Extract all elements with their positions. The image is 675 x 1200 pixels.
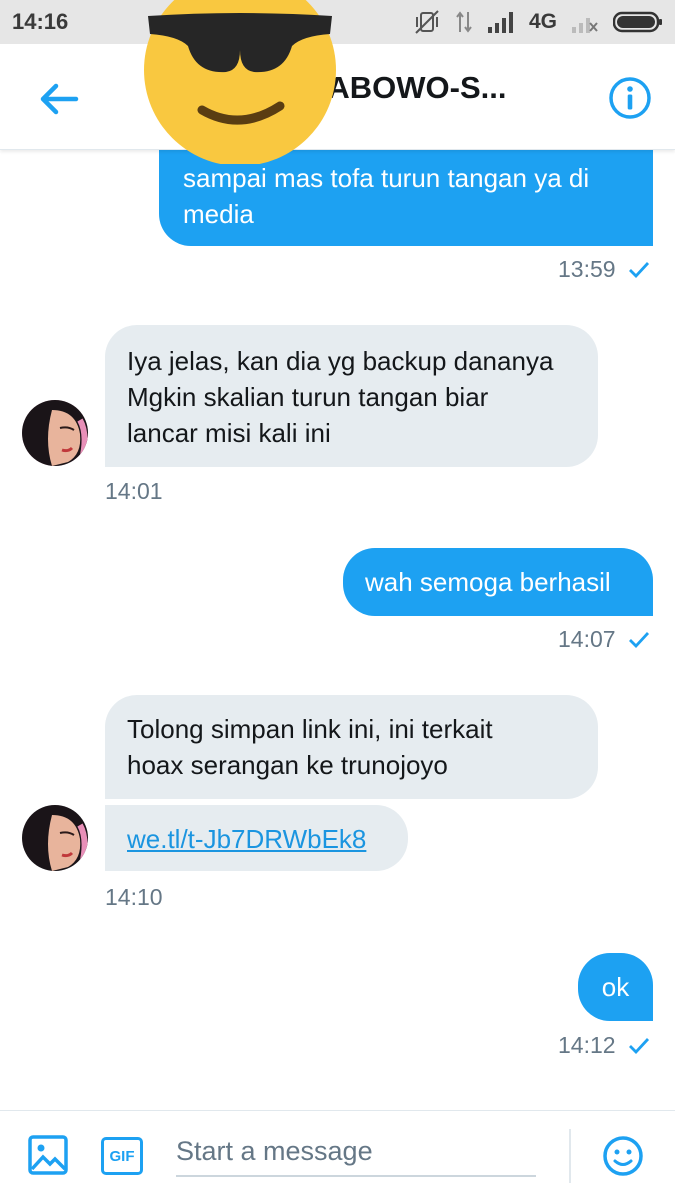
incoming-message-bubble[interactable]: Tolong simpan link ini, ini terkait hoax… — [105, 695, 598, 799]
dm-conversation-screen: 14:16 4G RABOWO-S... sampai mas tofa tur… — [0, 0, 675, 1200]
data-arrows-icon — [456, 11, 472, 33]
check-icon — [628, 1037, 649, 1054]
message-line: Tolong simpan link ini, ini terkait — [127, 714, 493, 744]
timestamp-text: 14:12 — [558, 1032, 616, 1058]
timestamp-text: 14:10 — [105, 884, 163, 910]
signal-empty-icon — [572, 18, 598, 33]
outgoing-message-bubble[interactable]: wah semoga berhasil — [343, 548, 653, 616]
network-4g-icon: 4G — [528, 10, 557, 33]
message-line: hoax serangan ke trunojoyo — [127, 750, 448, 780]
message-timestamp: 14:07 — [558, 626, 650, 653]
message-line: Iya jelas, kan dia yg backup dananya — [127, 346, 554, 376]
timestamp-text: 13:59 — [558, 256, 616, 282]
gif-button[interactable]: GIF — [101, 1137, 143, 1175]
outgoing-message-bubble[interactable]: sampai mas tofa turun tangan ya di media — [159, 150, 653, 246]
message-line: sampai mas tofa turun tangan ya di — [183, 163, 590, 193]
message-timestamp: 14:01 — [105, 478, 163, 505]
avatar[interactable] — [22, 400, 88, 466]
signal-icon — [487, 12, 513, 33]
check-icon — [628, 261, 649, 278]
info-circle-icon[interactable] — [608, 76, 652, 120]
message-timestamp: 13:59 — [558, 256, 650, 283]
incoming-link-bubble[interactable]: we.tl/t-Jb7DRWbEk8 — [105, 805, 408, 871]
message-line: lancar misi kali ini — [127, 418, 331, 448]
status-time: 14:16 — [12, 9, 69, 34]
muted-vibrate-icon — [415, 10, 439, 34]
composer-divider — [569, 1129, 571, 1183]
message-line: ok — [601, 972, 630, 1002]
message-link[interactable]: we.tl/t-Jb7DRWbEk8 — [127, 824, 366, 854]
smiley-icon[interactable] — [602, 1135, 644, 1177]
message-timestamp: 14:10 — [105, 884, 163, 911]
avatar[interactable] — [22, 805, 88, 871]
message-line: media — [183, 199, 254, 229]
message-line: Mgkin skalian turun tangan biar — [127, 382, 489, 412]
timestamp-text: 14:01 — [105, 478, 163, 504]
timestamp-text: 14:07 — [558, 626, 616, 652]
incoming-message-bubble[interactable]: Iya jelas, kan dia yg backup dananya Mgk… — [105, 325, 598, 467]
message-timestamp: 14:12 — [558, 1032, 650, 1059]
check-icon — [628, 631, 649, 648]
outgoing-message-bubble[interactable]: ok — [578, 953, 653, 1021]
gif-label: GIF — [109, 1147, 135, 1165]
sunglasses-emoji-sticker — [144, 0, 336, 164]
status-icons: 4G — [413, 9, 663, 35]
message-line: wah semoga berhasil — [365, 567, 611, 597]
message-input[interactable] — [176, 1127, 536, 1177]
battery-icon — [613, 11, 662, 33]
message-composer: GIF — [0, 1110, 675, 1200]
arrow-left-icon[interactable] — [34, 74, 84, 124]
image-icon[interactable] — [28, 1135, 68, 1175]
